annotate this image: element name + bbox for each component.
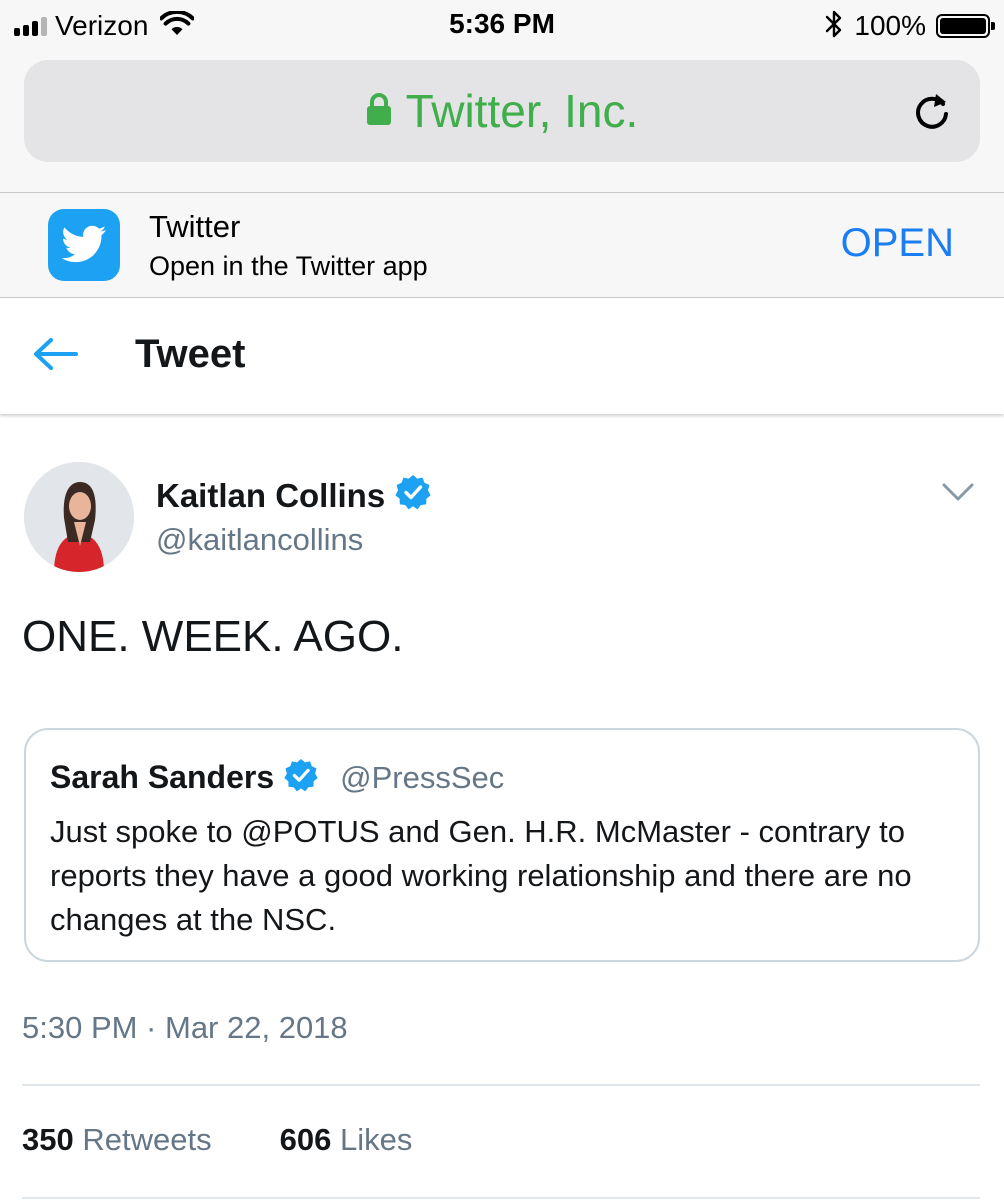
author-name: Kaitlan Collins <box>156 477 386 514</box>
avatar[interactable] <box>24 462 134 572</box>
likes-label: Likes <box>339 1122 413 1157</box>
tweet-text: ONE. WEEK. AGO. <box>22 612 404 661</box>
quoted-tweet[interactable]: Sarah Sanders @PressSec Just spoke to @P… <box>24 728 980 962</box>
retweets-stat[interactable]: 350 Retweets <box>22 1122 212 1158</box>
tweet-timestamp[interactable]: 5:30 PM · Mar 22, 2018 <box>22 1010 348 1046</box>
retweets-label: Retweets <box>82 1122 212 1157</box>
banner-subtitle: Open in the Twitter app <box>149 251 428 281</box>
divider <box>22 1084 980 1086</box>
app-banner: Twitter Open in the Twitter app OPEN <box>0 193 1004 298</box>
open-app-button[interactable]: OPEN <box>841 221 954 266</box>
retweets-count: 350 <box>22 1122 74 1157</box>
battery-percentage: 100% <box>854 10 926 41</box>
author-name-row[interactable]: Kaitlan Collins <box>156 474 431 518</box>
author-handle[interactable]: @kaitlancollins <box>156 522 363 558</box>
reload-icon[interactable] <box>912 90 952 137</box>
verified-badge-icon <box>284 758 318 797</box>
back-arrow-icon[interactable] <box>32 334 80 379</box>
page-header: Tweet <box>0 298 1004 414</box>
quoted-author-handle: @PressSec <box>340 759 505 795</box>
tweet-stats: 350 Retweets 606 Likes <box>22 1122 412 1158</box>
likes-count: 606 <box>279 1122 332 1157</box>
lock-icon <box>366 92 392 131</box>
quoted-tweet-text: Just spoke to @POTUS and Gen. H.R. McMas… <box>50 814 912 937</box>
battery-icon <box>936 14 995 38</box>
browser-toolbar: Twitter, Inc. <box>0 52 1004 193</box>
verified-badge-icon <box>395 474 431 518</box>
likes-stat[interactable]: 606 Likes <box>280 1122 413 1158</box>
status-bar: Verizon 5:36 PM 100% <box>0 0 1004 52</box>
quoted-author-name: Sarah Sanders <box>50 759 275 795</box>
bluetooth-icon <box>824 9 844 44</box>
address-bar[interactable]: Twitter, Inc. <box>24 60 980 162</box>
divider <box>22 1197 980 1199</box>
banner-app-name: Twitter <box>149 209 241 244</box>
page-title: Tweet <box>135 332 246 376</box>
chevron-down-icon[interactable] <box>942 482 974 507</box>
url-site-name: Twitter, Inc. <box>405 85 639 137</box>
twitter-bird-icon[interactable] <box>48 209 120 281</box>
